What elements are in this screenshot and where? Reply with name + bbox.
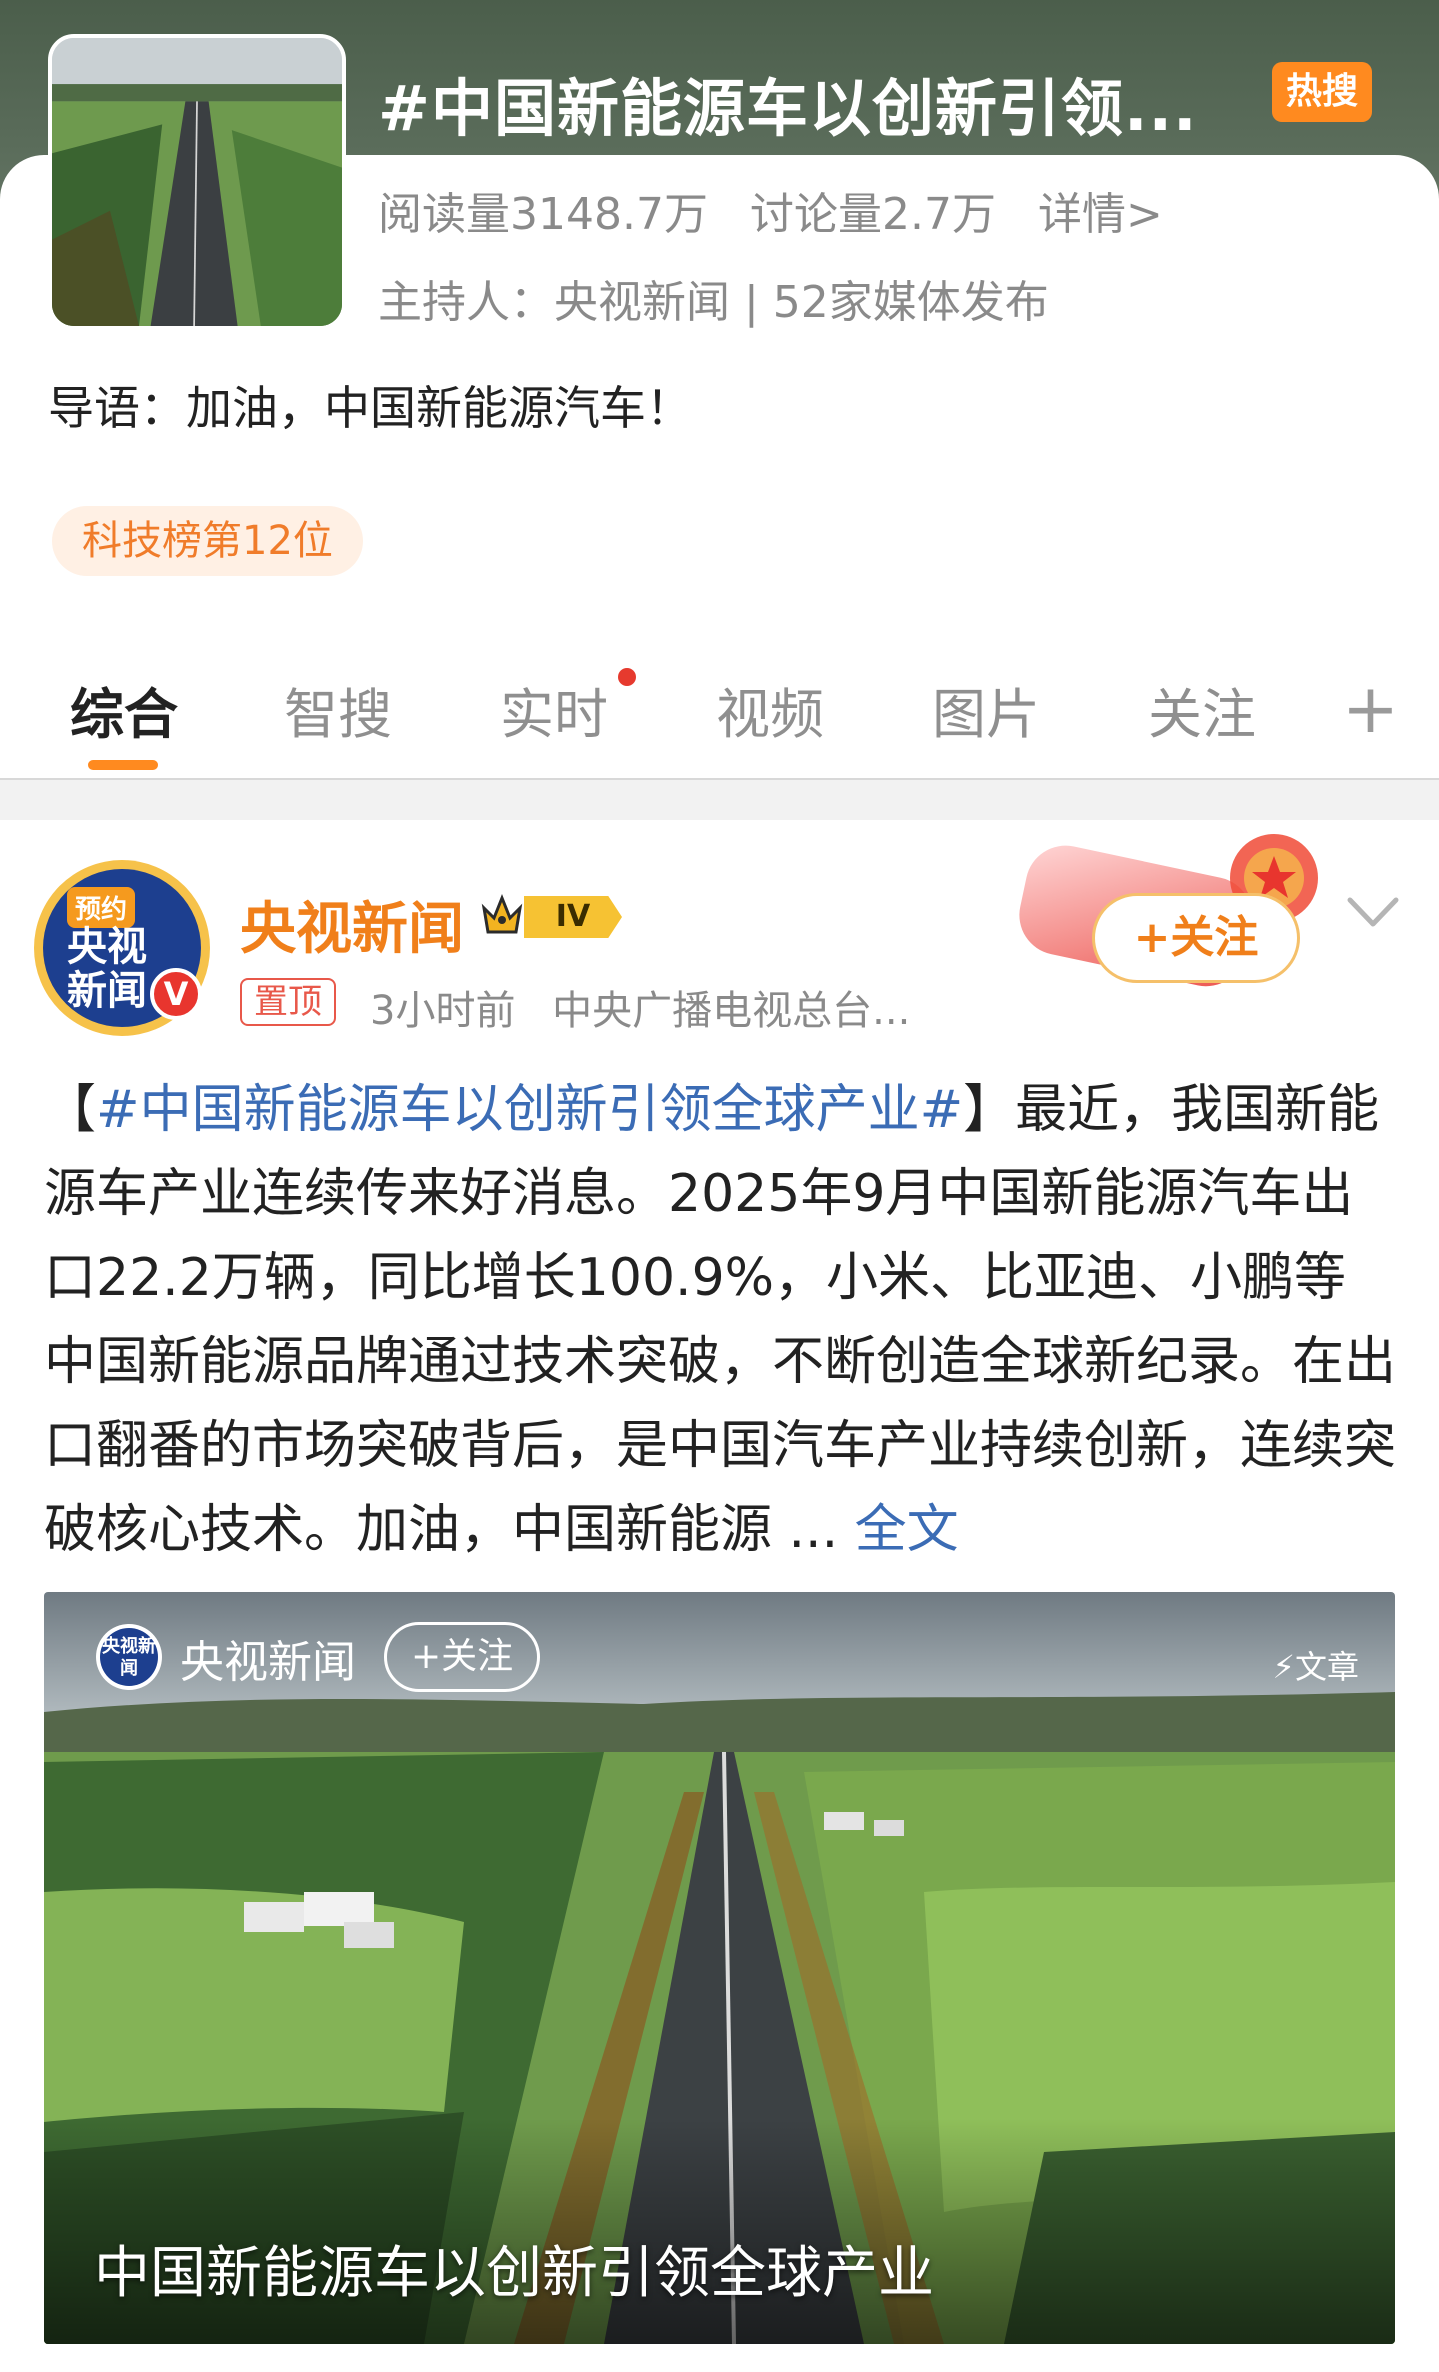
post-source: 中央广播电视总台... (552, 988, 911, 1034)
read-more-link[interactable]: 全文 (855, 1500, 959, 1560)
hashtag-link[interactable]: #中国新能源车以创新引领全球产业# (96, 1080, 963, 1140)
topic-title: #中国新能源车以创新引领... (378, 72, 1198, 145)
author-name[interactable]: 央视新闻 (240, 884, 464, 965)
article-image-card[interactable]: 央视新闻 央视新闻 +关注 ⚡文章 中国新能源车以创新引领全球产业 (44, 1592, 1395, 2344)
tab-realtime[interactable]: 实时 (500, 670, 608, 749)
add-tab-button[interactable]: + (1342, 670, 1399, 749)
tab-smart-search[interactable]: 智搜 (284, 670, 392, 749)
crown-icon (481, 893, 523, 934)
post-body: 【#中国新能源车以创新引领全球产业#】最近，我国新能源车产业连续传来好消息。20… (44, 1068, 1396, 1572)
tab-video[interactable]: 视频 (716, 670, 824, 749)
new-content-dot (618, 668, 636, 686)
tab-following[interactable]: 关注 (1148, 670, 1256, 749)
topic-stats: 阅读量3148.7万 讨论量2.7万 详情> (378, 178, 1191, 242)
verified-icon: V (150, 968, 202, 1020)
card-source-logo: 央视新闻 (96, 1624, 162, 1690)
card-logo-text: 央视新闻 (100, 1628, 158, 1686)
card-follow-button[interactable]: +关注 (384, 1622, 541, 1692)
post-meta: 3小时前 中央广播电视总台... (370, 978, 910, 1036)
topic-cover-image[interactable] (48, 34, 346, 330)
pinned-badge: 置顶 (240, 978, 336, 1026)
active-tab-indicator (88, 760, 158, 770)
follow-button[interactable]: +关注 (1092, 893, 1300, 983)
details-link[interactable]: 详情> (1038, 189, 1163, 240)
bracket-open: 【 (44, 1080, 97, 1140)
topic-host-line: 主持人：央视新闻 | 52家媒体发布 (378, 277, 1049, 328)
card-caption: 中国新能源车以创新引领全球产业 (94, 2241, 934, 2306)
chevron-down-icon[interactable] (1346, 892, 1400, 932)
article-type-label: ⚡文章 (1272, 1648, 1359, 1686)
topic-tabs: 综合 智搜 实时 视频 图片 关注 (0, 650, 1439, 780)
tab-comprehensive[interactable]: 综合 (70, 670, 178, 749)
section-gap (0, 780, 1439, 820)
read-count: 阅读量3148.7万 (378, 189, 708, 240)
post-time: 3小时前 (370, 988, 516, 1034)
card-source-name[interactable]: 央视新闻 (180, 1626, 356, 1690)
topic-guide: 导语：加油，中国新能源汽车！ (48, 381, 692, 435)
user-level-badge: IV (524, 896, 622, 938)
discussion-count: 讨论量2.7万 (749, 189, 996, 240)
tab-images[interactable]: 图片 (932, 670, 1040, 749)
rank-badge[interactable]: 科技榜第12位 (52, 506, 363, 576)
avatar-reservation-tag: 预约 (67, 887, 136, 928)
post-text: 】最近，我国新能源车产业连续传来好消息。2025年9月中国新能源汽车出口22.2… (44, 1080, 1397, 1560)
hot-search-badge: 热搜 (1272, 62, 1372, 122)
